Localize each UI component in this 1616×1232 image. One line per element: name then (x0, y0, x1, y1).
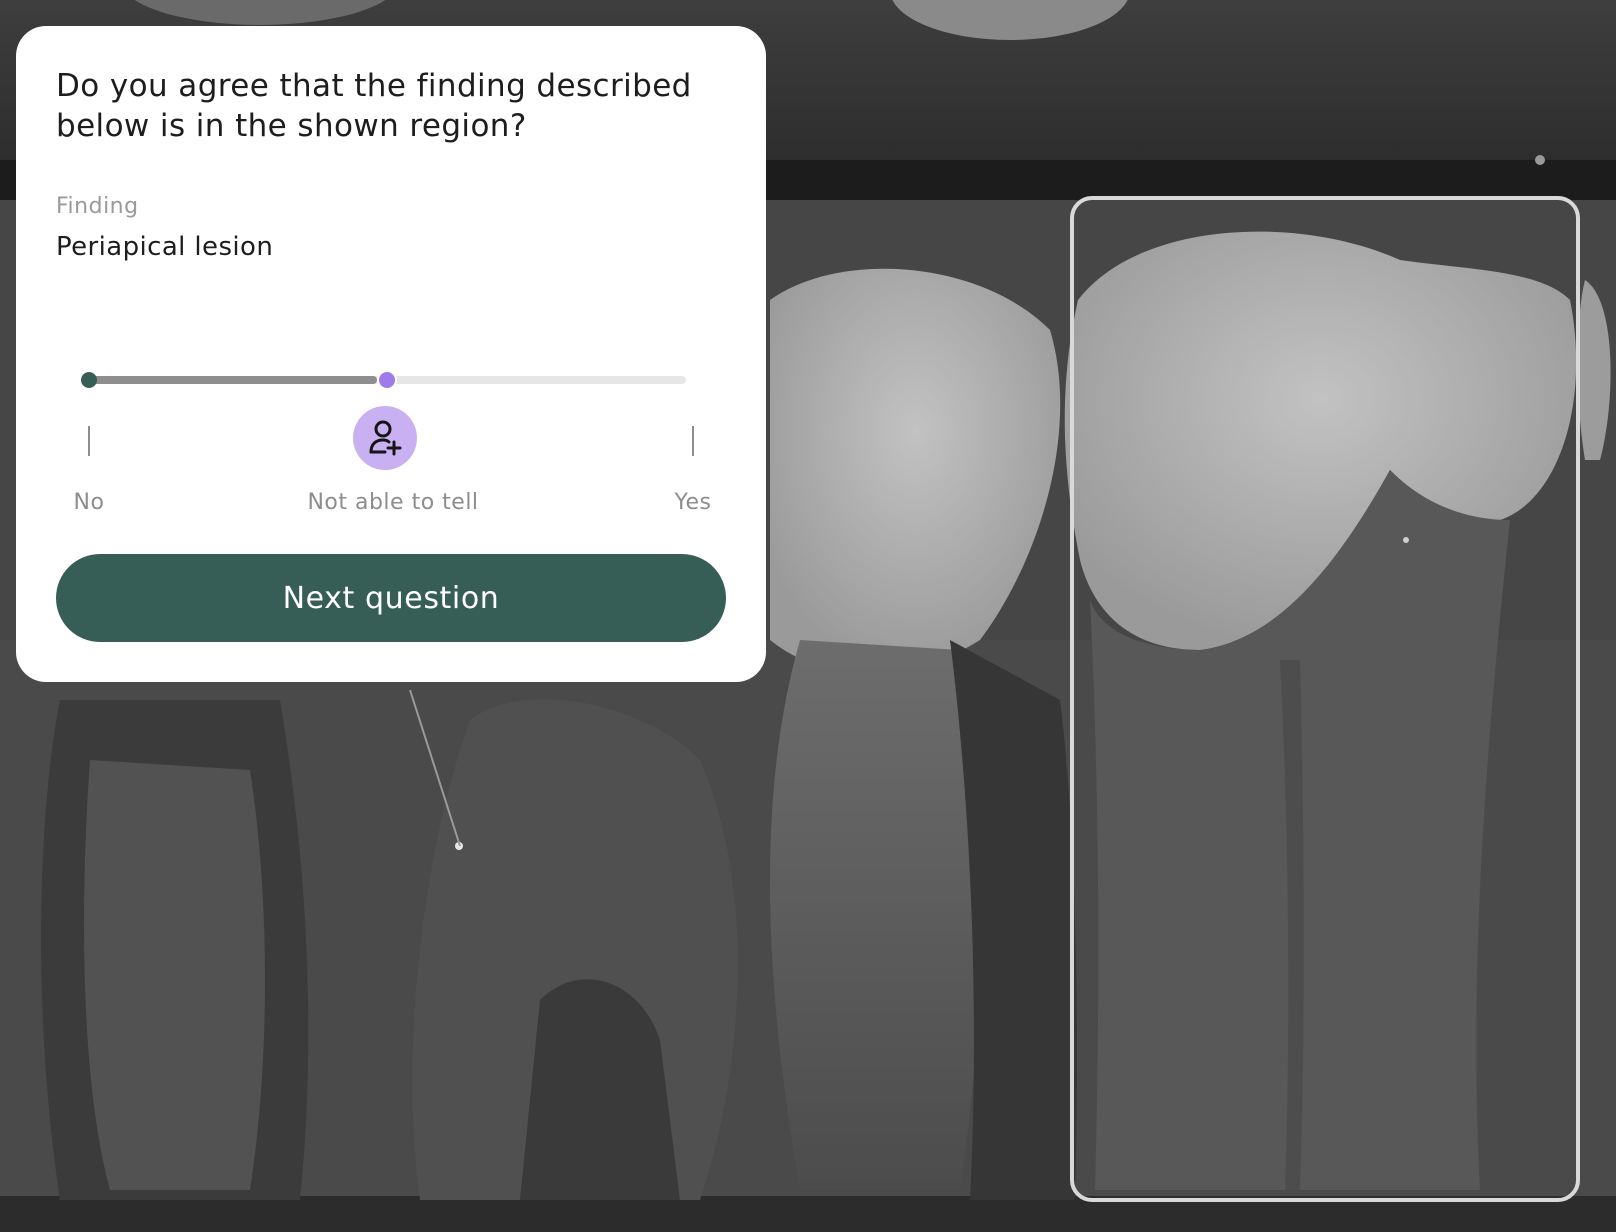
annotation-screen: Do you agree that the finding described … (0, 0, 1616, 1232)
option-label-yes[interactable]: Yes (674, 490, 711, 515)
add-user-icon[interactable] (353, 406, 417, 470)
add-user-icon-glyph (369, 420, 402, 456)
slider-track-fill (88, 376, 377, 384)
option-label-no[interactable]: No (74, 490, 105, 515)
option-label-not-able-to-tell[interactable]: Not able to tell (307, 490, 478, 515)
finding-region-outline (1070, 196, 1580, 1202)
agreement-slider[interactable]: No Not able to tell Yes (56, 342, 722, 515)
slider-start-dot (81, 372, 97, 388)
finding-value: Periapical lesion (56, 232, 274, 262)
question-card: Do you agree that the finding described … (16, 26, 766, 682)
next-question-button[interactable]: Next question (56, 554, 726, 642)
finding-label: Finding (56, 194, 139, 219)
question-text: Do you agree that the finding described … (56, 68, 692, 144)
slider-tick-no (88, 426, 90, 456)
slider-handle[interactable] (377, 370, 397, 390)
slider-tick-yes (692, 426, 694, 456)
